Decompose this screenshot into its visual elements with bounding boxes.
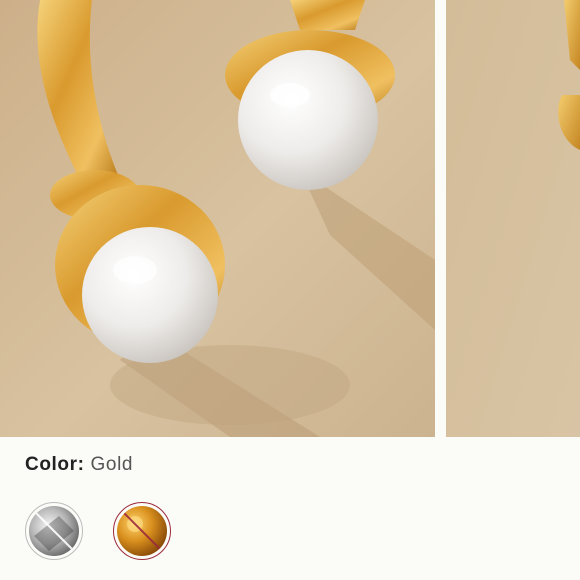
silver-swatch-icon bbox=[29, 506, 79, 556]
product-image-next[interactable] bbox=[446, 0, 580, 437]
pearl-earrings-photo bbox=[0, 0, 435, 437]
color-swatches bbox=[25, 502, 171, 560]
pearl-earrings-photo bbox=[446, 0, 580, 437]
swatch-silver[interactable] bbox=[25, 502, 83, 560]
product-image-main[interactable] bbox=[0, 0, 435, 437]
color-value: Gold bbox=[90, 454, 134, 475]
selected-color: Color: Gold bbox=[25, 452, 133, 478]
gold-swatch-icon bbox=[117, 506, 167, 556]
swatch-gold[interactable] bbox=[113, 502, 171, 560]
color-label: Color: bbox=[25, 454, 85, 475]
product-image-gallery[interactable] bbox=[0, 0, 580, 437]
